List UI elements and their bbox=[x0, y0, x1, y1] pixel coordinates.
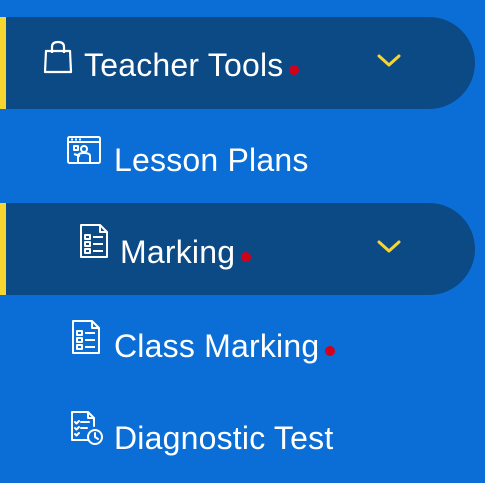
sidebar-item-marking[interactable]: Marking bbox=[0, 203, 475, 295]
shopping-bag-icon bbox=[40, 39, 76, 75]
sidebar-item-label: Teacher Tools bbox=[84, 47, 284, 83]
sidebar-nav: Teacher Tools Lesson Plans Marking Class… bbox=[0, 0, 485, 483]
sidebar-item-diagnostic-test[interactable]: Diagnostic Test bbox=[0, 398, 420, 476]
document-list-icon bbox=[68, 319, 104, 355]
notification-dot bbox=[241, 251, 252, 262]
sidebar-item-label: Class Marking bbox=[114, 328, 320, 364]
chevron-down-icon[interactable] bbox=[376, 53, 402, 69]
sidebar-item-lesson-plans[interactable]: Lesson Plans bbox=[0, 120, 420, 198]
sidebar-item-label: Lesson Plans bbox=[114, 142, 309, 178]
sidebar-item-teacher-tools[interactable]: Teacher Tools bbox=[0, 17, 475, 109]
document-list-icon bbox=[76, 223, 112, 259]
checklist-clock-icon bbox=[68, 410, 104, 446]
notification-dot bbox=[325, 345, 336, 356]
notification-dot bbox=[289, 64, 300, 75]
sidebar-item-label: Diagnostic Test bbox=[114, 420, 334, 456]
presentation-board-icon bbox=[66, 134, 102, 170]
sidebar-item-class-marking[interactable]: Class Marking bbox=[0, 305, 420, 383]
chevron-down-icon[interactable] bbox=[376, 239, 402, 255]
sidebar-item-label: Marking bbox=[120, 234, 236, 270]
